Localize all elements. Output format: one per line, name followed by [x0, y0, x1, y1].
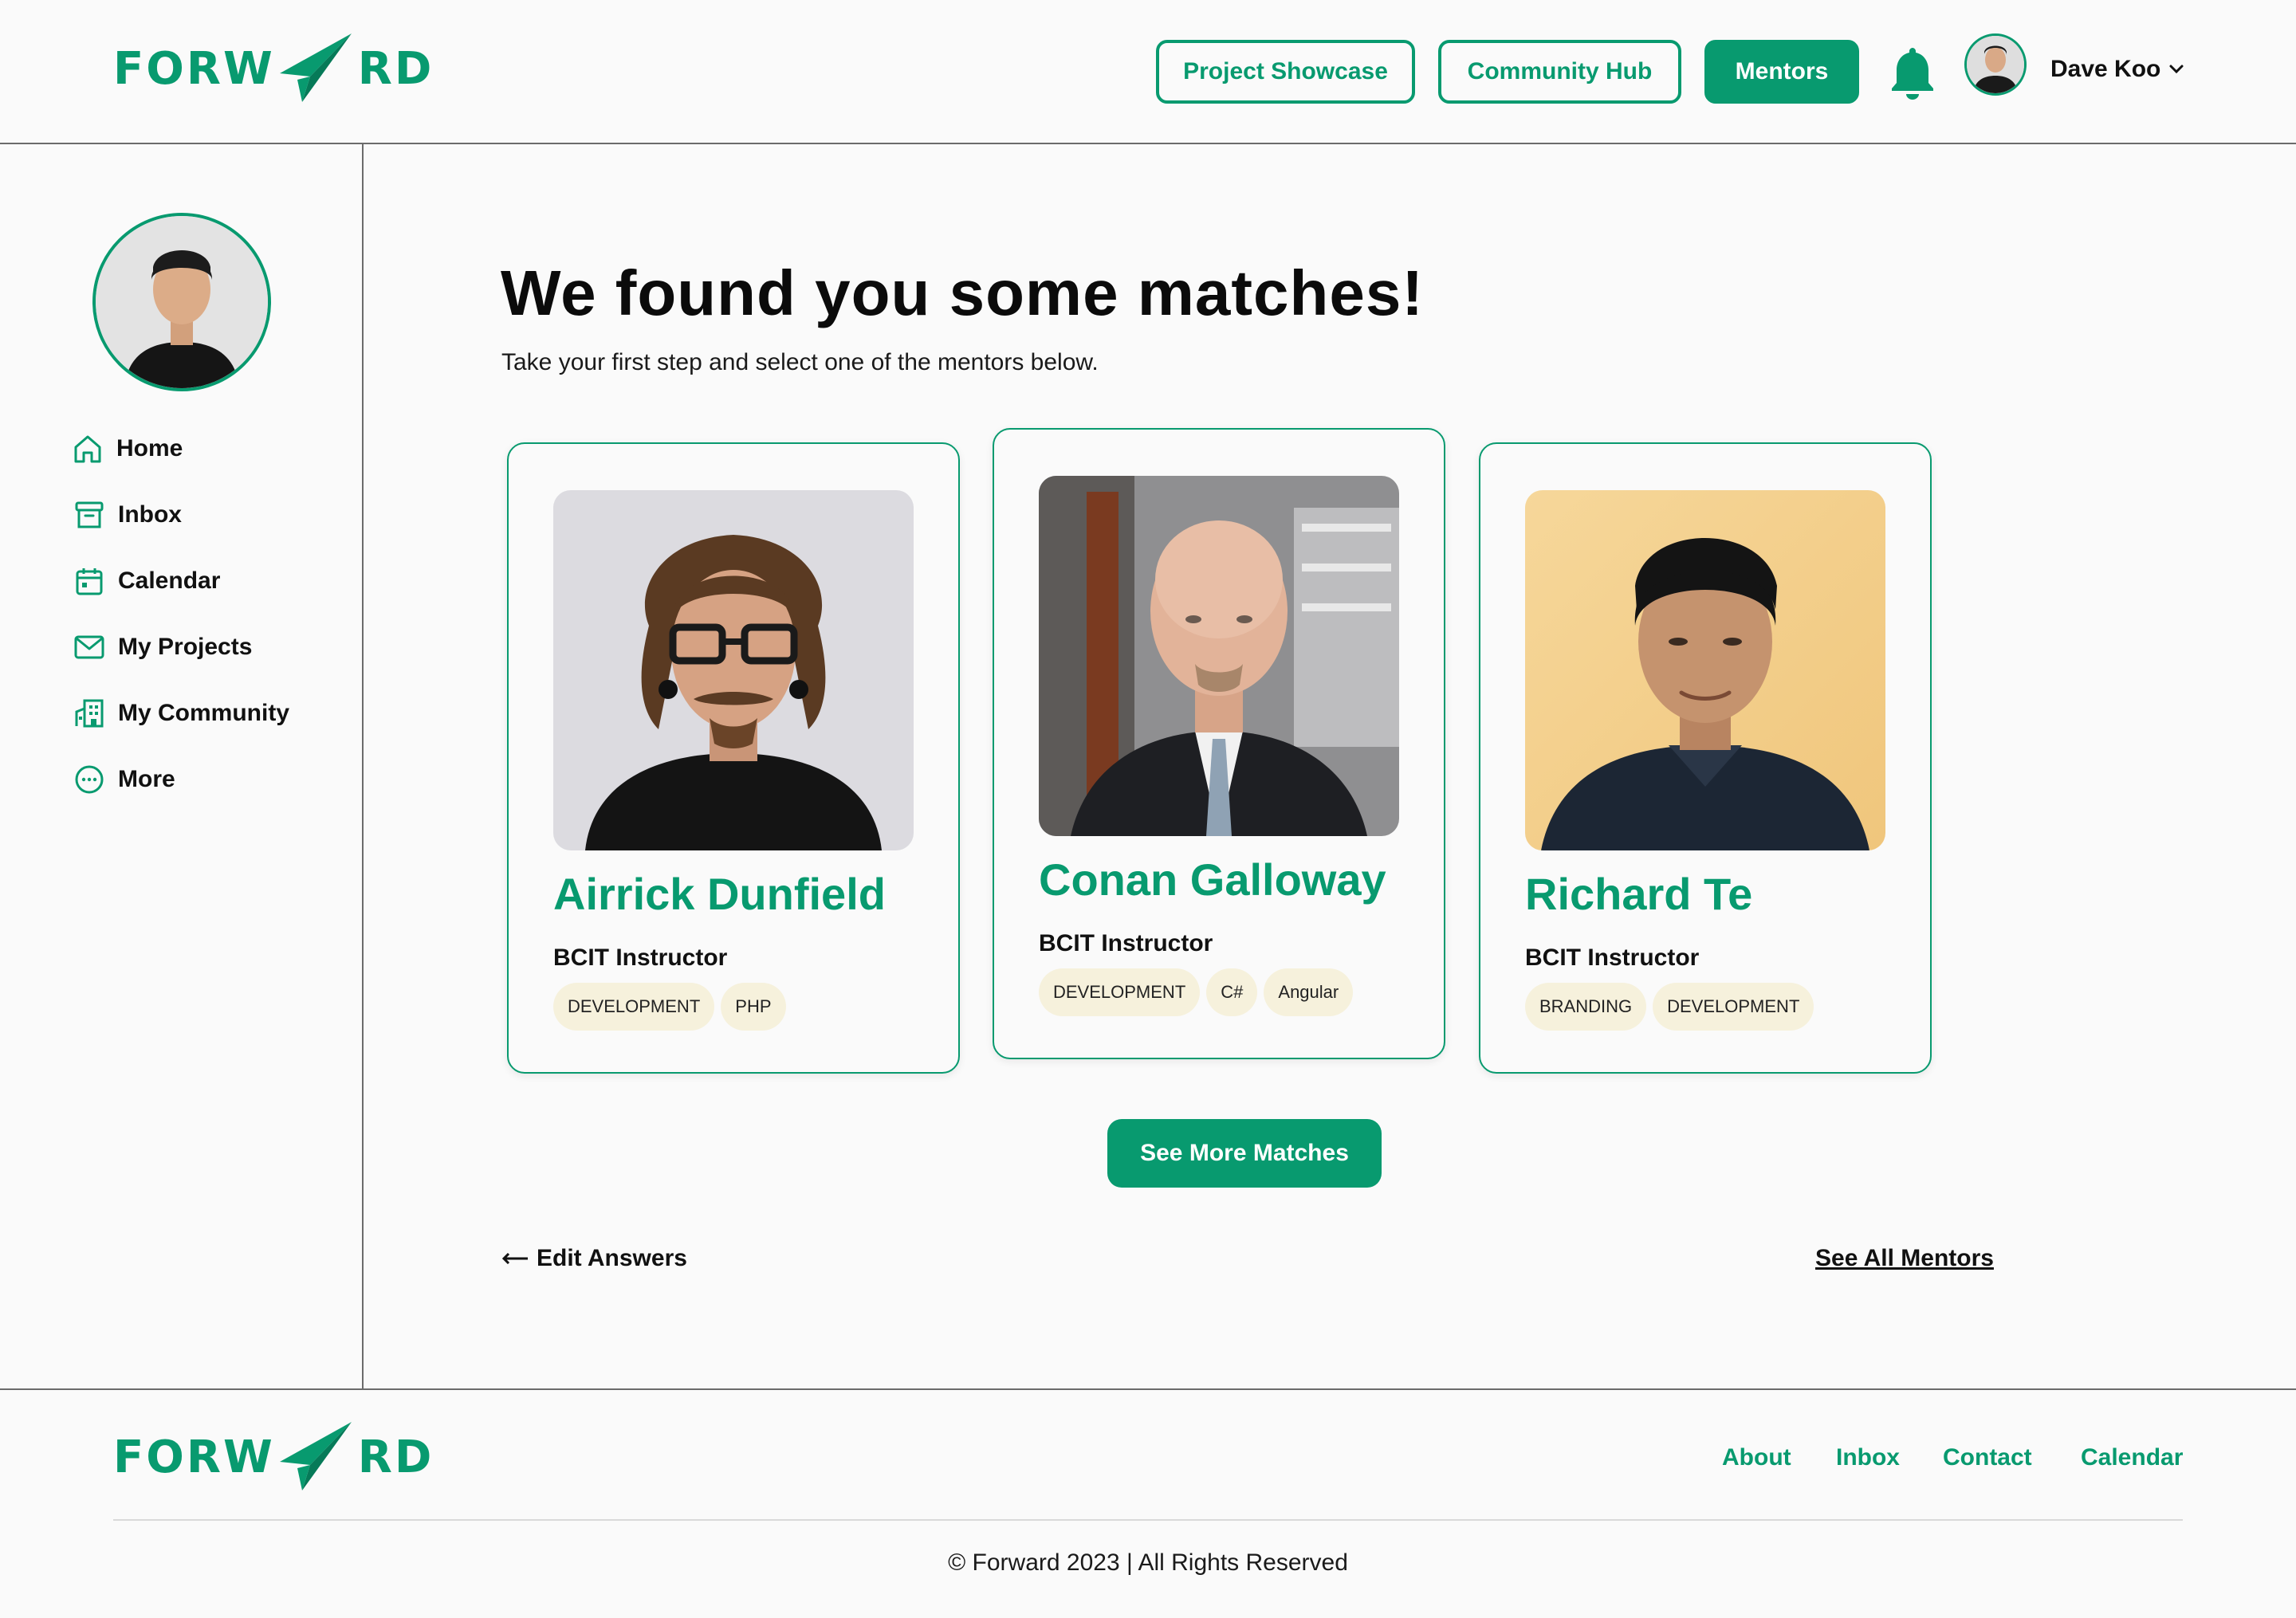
- mentor-tag: Angular: [1264, 968, 1354, 1016]
- nav-community-hub-button[interactable]: Community Hub: [1438, 40, 1681, 104]
- see-more-matches-button[interactable]: See More Matches: [1107, 1119, 1382, 1188]
- footer-link-inbox[interactable]: Inbox: [1836, 1444, 1900, 1471]
- sidebar-item-label: Calendar: [118, 567, 221, 594]
- sidebar-item-my-community[interactable]: My Community: [72, 693, 289, 733]
- mentor-name: Conan Galloway: [1039, 854, 1386, 905]
- page-title: We found you some matches!: [501, 257, 1425, 328]
- footer-link-calendar[interactable]: Calendar: [2081, 1444, 2183, 1471]
- logo-text-left: FORW: [113, 42, 275, 95]
- sidebar-item-calendar[interactable]: Calendar: [72, 561, 220, 601]
- sidebar-item-my-projects[interactable]: My Projects: [72, 627, 252, 667]
- sidebar: Home Inbox Calendar My Projects My Commu…: [0, 144, 364, 1389]
- mentor-tag: BRANDING: [1525, 983, 1647, 1031]
- chevron-down-icon: [2169, 65, 2184, 74]
- mentor-name: Airrick Dunfield: [553, 869, 886, 919]
- sidebar-item-label: My Projects: [118, 634, 253, 660]
- paper-plane-icon: [279, 33, 352, 102]
- arrow-left-icon: [501, 1253, 528, 1264]
- sidebar-item-more[interactable]: More: [72, 760, 175, 799]
- forward-logo[interactable]: FORW RD: [113, 1420, 434, 1494]
- paper-plane-icon: [279, 1422, 352, 1490]
- nav-project-showcase-button[interactable]: Project Showcase: [1156, 40, 1415, 104]
- logo-text-right: RD: [357, 1431, 434, 1483]
- more-icon: [72, 762, 107, 797]
- sidebar-item-home[interactable]: Home: [72, 429, 183, 469]
- mentor-card[interactable]: Richard Te BCIT Instructor BRANDING DEVE…: [1479, 442, 1932, 1074]
- mail-icon: [72, 630, 107, 665]
- user-name-label: Dave Koo: [2050, 56, 2161, 82]
- sidebar-item-label: More: [118, 766, 175, 792]
- footer-link-contact[interactable]: Contact: [1943, 1444, 2032, 1471]
- page-subtitle: Take your first step and select one of t…: [501, 349, 1099, 375]
- top-header: FORW RD Project Showcase Community Hub M…: [0, 0, 2296, 144]
- user-menu[interactable]: Dave Koo: [2050, 56, 2184, 83]
- sidebar-item-label: Home: [116, 435, 183, 461]
- mentor-role: BCIT Instructor: [1039, 930, 1213, 956]
- mentor-card[interactable]: Conan Galloway BCIT Instructor DEVELOPME…: [993, 428, 1445, 1059]
- building-icon: [72, 696, 107, 731]
- copyright-text: © Forward 2023 | All Rights Reserved: [948, 1549, 1348, 1576]
- mentor-tags: DEVELOPMENT PHP: [553, 983, 786, 1031]
- logo-text-left: FORW: [113, 1431, 275, 1483]
- mentor-tags: BRANDING DEVELOPMENT: [1525, 983, 1814, 1031]
- home-icon: [70, 431, 105, 466]
- sidebar-item-label: My Community: [118, 700, 290, 726]
- profile-avatar[interactable]: [92, 213, 271, 391]
- edit-answers-label: Edit Answers: [537, 1245, 687, 1271]
- mentor-tag: DEVELOPMENT: [1039, 968, 1201, 1016]
- mentor-tags: DEVELOPMENT C# Angular: [1039, 968, 1354, 1016]
- footer-divider: [113, 1519, 2183, 1521]
- header-avatar[interactable]: [1964, 33, 2027, 96]
- nav-mentors-button[interactable]: Mentors: [1704, 40, 1859, 104]
- see-all-mentors-link[interactable]: See All Mentors: [1815, 1245, 1994, 1272]
- mentor-card[interactable]: Airrick Dunfield BCIT Instructor DEVELOP…: [507, 442, 960, 1074]
- mentor-photo: [553, 490, 914, 850]
- mentor-tag: DEVELOPMENT: [553, 983, 715, 1031]
- mentor-tag: PHP: [721, 983, 786, 1031]
- footer-top-divider: [0, 1388, 2296, 1390]
- mentor-role: BCIT Instructor: [553, 944, 728, 971]
- bell-icon[interactable]: [1889, 45, 1936, 104]
- mentor-name: Richard Te: [1525, 869, 1753, 919]
- mentor-role: BCIT Instructor: [1525, 944, 1700, 971]
- mentor-tag: DEVELOPMENT: [1653, 983, 1814, 1031]
- footer-link-about[interactable]: About: [1722, 1444, 1791, 1471]
- sidebar-item-inbox[interactable]: Inbox: [72, 495, 182, 535]
- logo-text-right: RD: [357, 42, 434, 95]
- calendar-icon: [72, 564, 107, 599]
- mentor-photo: [1039, 476, 1399, 836]
- forward-logo[interactable]: FORW RD: [113, 32, 434, 105]
- mentor-tag: C#: [1206, 968, 1258, 1016]
- sidebar-item-label: Inbox: [118, 501, 182, 528]
- archive-icon: [72, 497, 107, 532]
- edit-answers-link[interactable]: Edit Answers: [501, 1245, 687, 1272]
- mentor-photo: [1525, 490, 1885, 850]
